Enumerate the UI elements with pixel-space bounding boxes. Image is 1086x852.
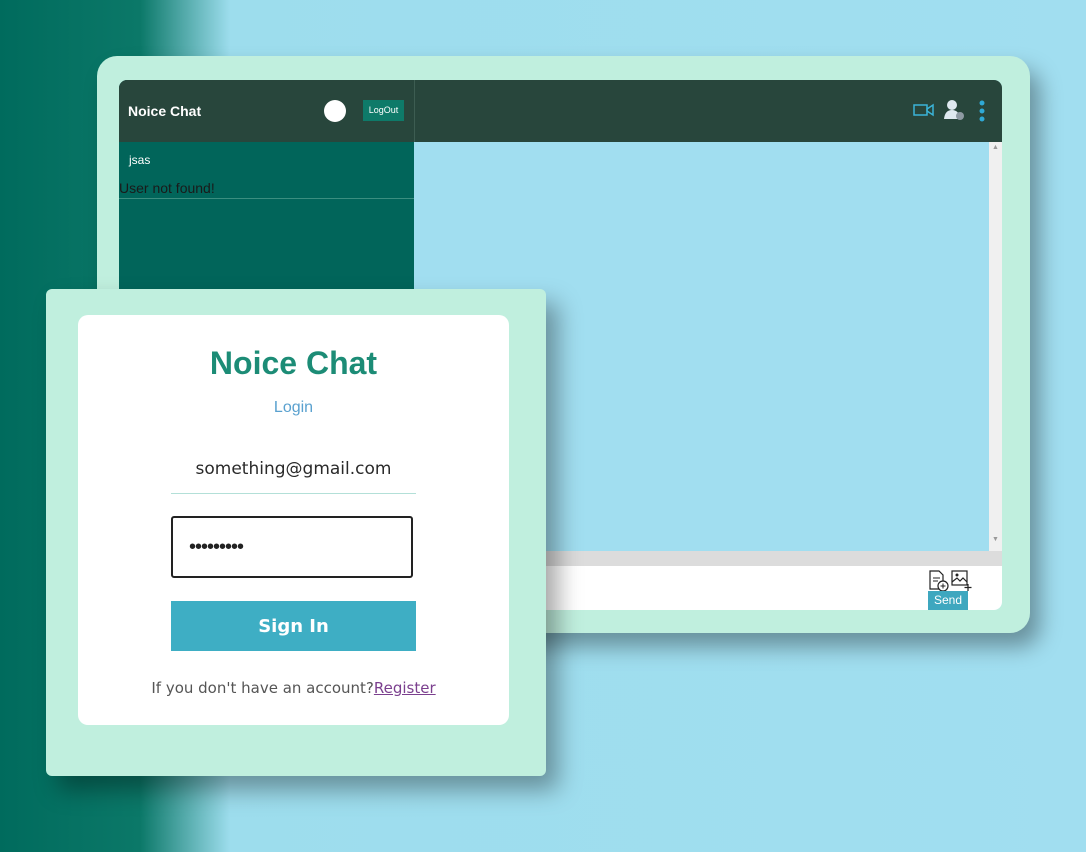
add-user-icon[interactable] [943, 99, 965, 126]
sidebar-divider [119, 198, 414, 199]
chat-header [414, 80, 1002, 142]
login-title: Noice Chat [209, 345, 378, 381]
scroll-down-icon[interactable]: ▼ [992, 536, 999, 543]
send-button[interactable]: Send [928, 591, 968, 610]
scroll-up-icon[interactable]: ▲ [992, 144, 999, 151]
sidebar-header: Noice Chat LogOut [119, 80, 414, 142]
login-card: Noice Chat Login Sign In If you don't ha… [78, 315, 509, 725]
login-modal-frame: Noice Chat Login Sign In If you don't ha… [46, 289, 546, 776]
scrollbar-corner [989, 551, 1002, 566]
email-field[interactable] [171, 445, 416, 494]
vertical-scrollbar[interactable]: ▲ ▼ [989, 142, 1002, 551]
login-subtitle: Login [273, 399, 314, 416]
app-title: Noice Chat [128, 103, 202, 119]
user-search-input[interactable]: jsas [129, 153, 150, 167]
register-prompt: If you don't have an account?Register [78, 679, 509, 697]
avatar[interactable] [324, 100, 346, 122]
more-vertical-icon[interactable] [979, 100, 985, 127]
logout-button[interactable]: LogOut [363, 100, 404, 121]
register-link[interactable]: Register [374, 679, 436, 697]
search-result-message: User not found! [119, 180, 215, 196]
sign-in-button[interactable]: Sign In [171, 601, 416, 651]
no-account-text: If you don't have an account? [151, 679, 374, 697]
video-call-icon[interactable] [913, 102, 935, 123]
password-field[interactable] [171, 516, 413, 578]
